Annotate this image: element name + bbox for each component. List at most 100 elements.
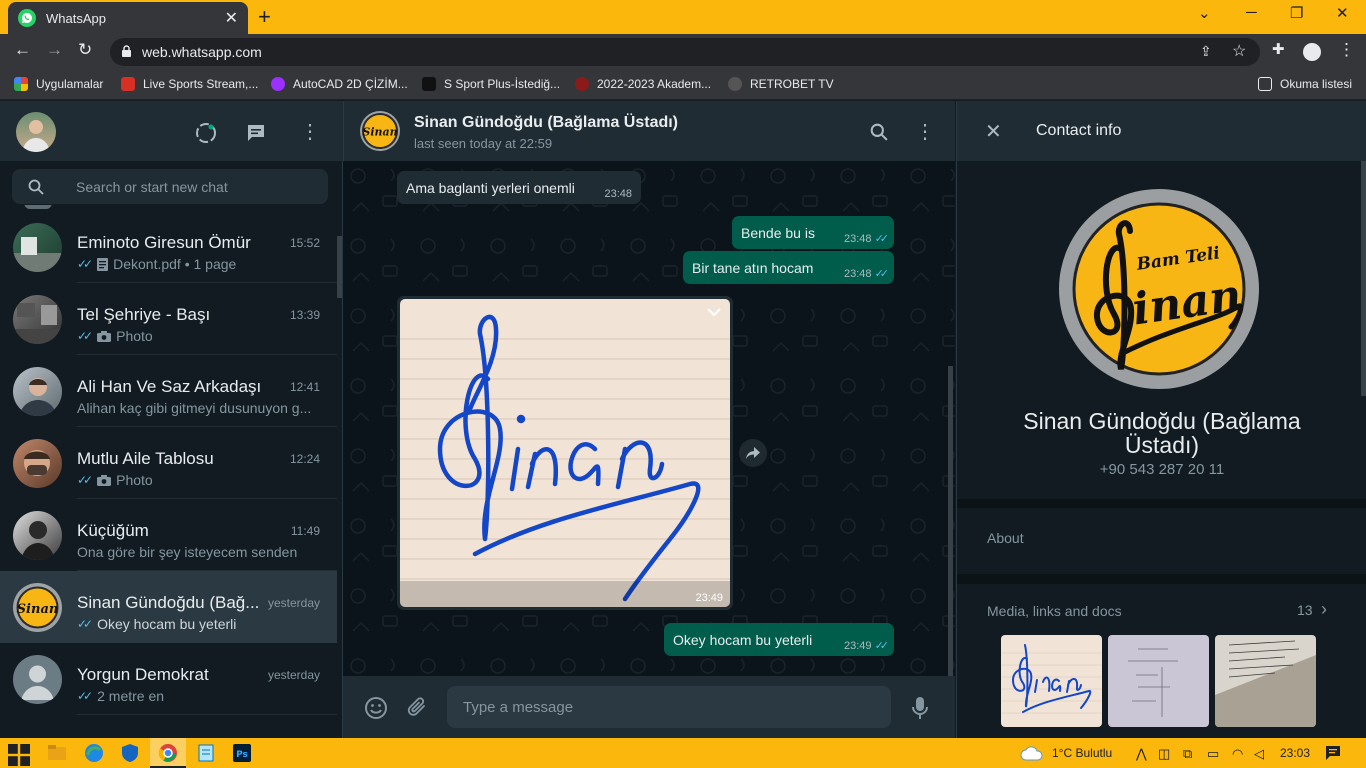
extensions-icon[interactable]: ✚ (1272, 40, 1285, 58)
message-time: 23:49 (695, 592, 723, 604)
window-close-icon[interactable]: ✕ (1336, 4, 1349, 22)
notifications-icon[interactable] (1325, 745, 1341, 761)
weather-text[interactable]: 1°C Bulutlu (1052, 746, 1112, 760)
contact-info-scrollbar[interactable] (1361, 161, 1366, 396)
bookmark-apps[interactable]: Uygulamalar (14, 77, 103, 91)
sidebar-scrollbar[interactable] (337, 236, 342, 298)
new-tab-icon[interactable]: + (258, 4, 271, 30)
microphone-icon[interactable] (912, 696, 928, 720)
chat-item[interactable]: Yorgun Demokrat yesterday ✓✓ 2 metre en (0, 643, 337, 715)
signature-image[interactable]: 23:49 (400, 299, 730, 607)
chevron-right-icon[interactable]: › (1321, 599, 1327, 620)
edge-icon[interactable] (83, 742, 105, 764)
read-ticks-icon: ✓✓ (874, 268, 890, 280)
svg-text:Sinan: Sinan (17, 602, 59, 617)
chat-item[interactable]: Tel Şehriye - Başı 13:39 ✓✓ Photo (0, 283, 337, 355)
chat-preview: ✓✓ Okey hocam bu yeterli (77, 616, 236, 632)
address-bar[interactable]: web.whatsapp.com ⇪ ☆ (110, 38, 1260, 66)
cloud-icon[interactable] (1020, 745, 1044, 761)
partial-avatar (24, 205, 52, 209)
notepad-icon[interactable] (195, 742, 217, 764)
retrobet-icon (728, 77, 742, 91)
search-messages-icon[interactable] (870, 123, 888, 141)
close-contact-info-icon[interactable]: ✕ (985, 119, 1002, 144)
live-sports-icon (121, 77, 135, 91)
wifi-icon[interactable]: ◠ (1232, 746, 1243, 762)
chat-item-active[interactable]: Sinan Sinan Gündoğdu (Bağ... yesterday ✓… (0, 571, 337, 643)
bookmark-akademik[interactable]: 2022-2023 Akadem... (575, 77, 711, 91)
message-outgoing[interactable]: Bende bu is 23:48 ✓✓ (732, 216, 894, 249)
forward-message-button[interactable] (739, 439, 767, 467)
chat-item[interactable]: Küçüğüm 11:49 Ona göre bir şey isteyecem… (0, 499, 337, 571)
status-icon[interactable] (195, 122, 217, 144)
sidebar-menu-icon[interactable]: ⋮ (300, 119, 320, 144)
battery-icon[interactable]: ▭ (1207, 746, 1219, 762)
close-tab-icon[interactable]: ✕ (225, 8, 238, 28)
my-avatar[interactable] (16, 112, 56, 152)
chat-preview: ✓✓ Photo (77, 328, 153, 344)
bookmark-label: S Sport Plus-İstediğ... (444, 77, 561, 91)
search-box[interactable] (12, 169, 328, 204)
chat-preview: ✓✓ Dekont.pdf • 1 page (77, 256, 236, 272)
chat-item[interactable]: Eminoto Giresun Ömür 15:52 ✓✓ Dekont.pdf… (0, 211, 337, 283)
bookmark-live-sports[interactable]: Live Sports Stream,... (121, 77, 258, 91)
chat-preview-text: Photo (116, 472, 153, 488)
forward-icon[interactable]: → (46, 40, 63, 60)
message-image[interactable]: 23:49 (397, 296, 733, 610)
conversation-scrollbar[interactable] (948, 366, 953, 676)
search-input[interactable] (76, 169, 316, 204)
browser-tab[interactable]: WhatsApp ✕ (8, 2, 248, 34)
emoji-icon[interactable] (364, 696, 388, 720)
screen-record-icon[interactable]: ⧉ (1183, 746, 1192, 762)
people-icon[interactable]: ⋀ (1136, 746, 1147, 762)
chat-preview: ✓✓ Photo (77, 472, 153, 488)
message-input[interactable] (447, 686, 891, 728)
webcam-icon[interactable]: ◫ (1158, 746, 1170, 762)
media-thumbnail[interactable] (1001, 635, 1102, 727)
about-label: About (987, 530, 1024, 546)
attach-icon[interactable] (406, 696, 428, 718)
about-section: About (957, 508, 1366, 578)
media-thumbnail[interactable] (1215, 635, 1316, 727)
windows-start-icon[interactable] (8, 744, 30, 766)
tab-search-icon[interactable]: ⌄ (1198, 4, 1211, 22)
media-thumbnail[interactable] (1108, 635, 1209, 727)
clock-text[interactable]: 23:03 (1280, 746, 1310, 760)
browser-menu-icon[interactable]: ⋮ (1338, 40, 1355, 60)
conversation-header[interactable]: Sinan Sinan Gündoğdu (Bağlama Üstadı) la… (343, 101, 955, 161)
bookmark-autocad[interactable]: AutoCAD 2D ÇİZİM... (271, 77, 408, 91)
bookmark-s-sport[interactable]: S Sport Plus-İstediğ... (422, 77, 560, 91)
conversation-panel: Sinan Sinan Gündoğdu (Bağlama Üstadı) la… (343, 101, 955, 738)
chrome-taskbar-button[interactable] (150, 738, 186, 768)
message-time: 23:49 ✓✓ (844, 639, 890, 652)
signature-thumbnail-image (1001, 635, 1102, 727)
message-outgoing[interactable]: Bir tane atın hocam 23:48 ✓✓ (683, 251, 894, 284)
restore-icon[interactable]: ❐ (1290, 4, 1303, 22)
chat-item[interactable]: Ali Han Ve Saz Arkadaşı 12:41 Alihan kaç… (0, 355, 337, 427)
new-chat-icon[interactable] (246, 123, 266, 143)
reload-icon[interactable]: ↻ (78, 40, 92, 60)
conversation-menu-icon[interactable]: ⋮ (915, 119, 935, 144)
message-incoming[interactable]: Ama baglanti yerleri onemli 23:48 (397, 171, 641, 204)
chat-time: 15:52 (289, 236, 320, 250)
bookmark-star-icon[interactable]: ☆ (1232, 41, 1246, 61)
minimize-icon[interactable]: ─ (1246, 4, 1257, 21)
bookmark-label: AutoCAD 2D ÇİZİM... (293, 77, 408, 91)
read-ticks-icon: ✓✓ (77, 689, 93, 703)
notes-thumbnail-image (1215, 635, 1316, 727)
message-composer (343, 676, 955, 738)
contact-profile-photo[interactable]: Bam Teli inan (1059, 189, 1259, 389)
reading-list[interactable]: Okuma listesi (1258, 77, 1352, 91)
volume-icon[interactable]: ◁ (1254, 746, 1264, 762)
photoshop-icon[interactable]: Ps (231, 742, 253, 764)
read-ticks-icon: ✓✓ (874, 640, 890, 652)
profile-icon[interactable] (1303, 43, 1321, 61)
bookmark-retrobet[interactable]: RETROBET TV (728, 77, 834, 91)
file-explorer-icon[interactable] (46, 742, 68, 764)
contact-avatar[interactable]: Sinan (360, 111, 400, 151)
message-outgoing[interactable]: Okey hocam bu yeterli 23:49 ✓✓ (664, 623, 894, 656)
chat-item[interactable]: Mutlu Aile Tablosu 12:24 ✓✓ Photo (0, 427, 337, 499)
share-icon[interactable]: ⇪ (1200, 43, 1212, 60)
security-icon[interactable] (119, 742, 141, 764)
back-icon[interactable]: ← (14, 40, 31, 60)
